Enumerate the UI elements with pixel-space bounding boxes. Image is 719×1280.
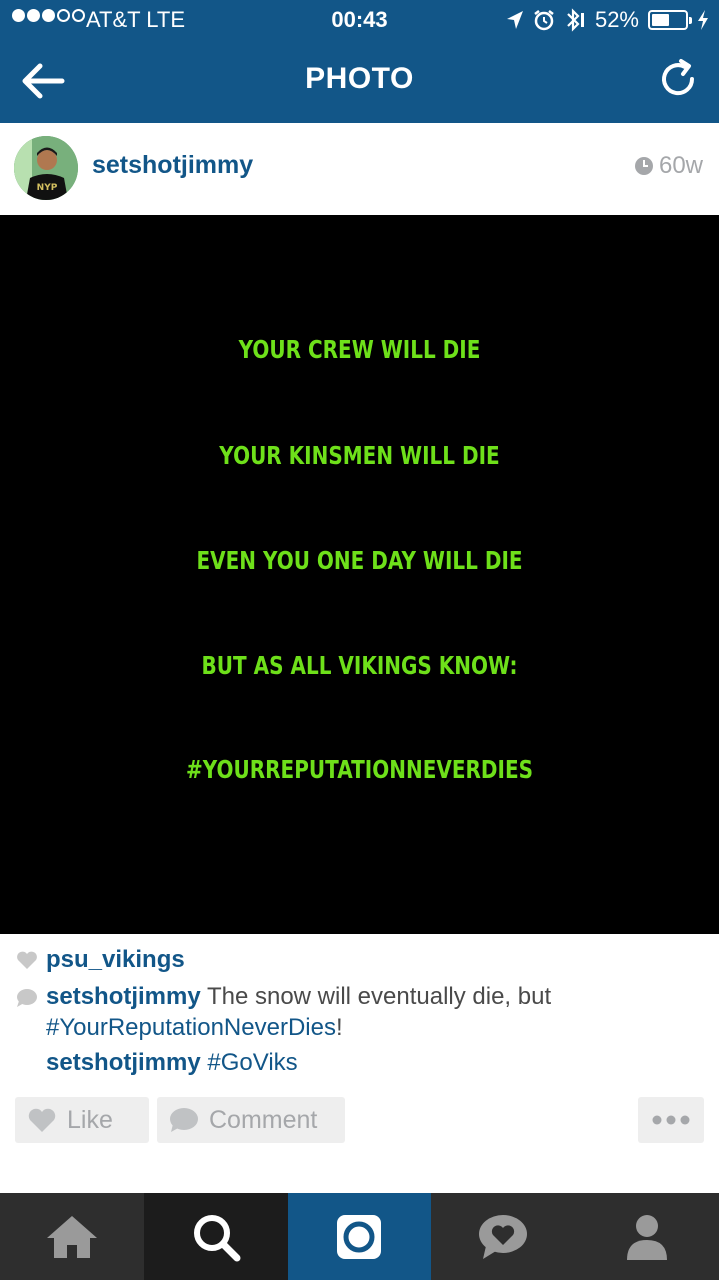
status-right: 52% bbox=[506, 7, 709, 33]
more-options-button[interactable] bbox=[638, 1097, 704, 1143]
caption-hashtag[interactable]: #YourReputationNeverDies bbox=[46, 1014, 336, 1041]
profile-icon bbox=[627, 1214, 668, 1260]
post-username[interactable]: setshotjimmy bbox=[92, 151, 253, 180]
more-dots-icon bbox=[652, 1115, 690, 1125]
like-label: Like bbox=[67, 1105, 113, 1134]
tab-search[interactable] bbox=[143, 1193, 288, 1280]
caption-text: The snow will eventually die, but bbox=[200, 983, 552, 1010]
home-icon bbox=[46, 1215, 97, 1258]
location-arrow-icon bbox=[506, 11, 523, 29]
comment-hashtag[interactable]: #GoViks bbox=[201, 1049, 297, 1076]
tab-bar bbox=[0, 1193, 719, 1280]
caption-username[interactable]: setshotjimmy bbox=[46, 983, 201, 1010]
alarm-icon bbox=[534, 10, 554, 31]
status-bar: AT&T LTE 00:43 52% bbox=[0, 0, 719, 40]
charging-bolt-icon bbox=[698, 10, 708, 30]
like-button[interactable]: Like bbox=[15, 1097, 149, 1143]
post-header: NYP setshotjimmy 60w bbox=[0, 123, 719, 215]
photo-text-line-5: #YOURREPUTATIONNEVERDIES bbox=[185, 754, 534, 784]
photo-text-line-2: YOUR KINSMEN WILL DIE bbox=[219, 440, 500, 470]
comment-small-icon bbox=[17, 989, 37, 1007]
post-actions: Like Comment bbox=[0, 1097, 719, 1145]
activity-icon bbox=[479, 1214, 528, 1259]
clock-icon bbox=[634, 157, 653, 175]
post-age-label: 60w bbox=[658, 152, 703, 179]
post-photo[interactable]: YOUR CREW WILL DIE YOUR KINSMEN WILL DIE… bbox=[0, 215, 719, 934]
page-title: PHOTO bbox=[305, 62, 414, 95]
photo-text-line-4: BUT AS ALL VIKINGS KNOW: bbox=[201, 650, 518, 680]
tab-activity[interactable] bbox=[431, 1193, 575, 1280]
heart-icon bbox=[28, 1108, 56, 1132]
comment-button[interactable]: Comment bbox=[157, 1097, 345, 1143]
comment-username[interactable]: setshotjimmy bbox=[46, 1049, 201, 1076]
likes-row: psu_vikings bbox=[46, 944, 185, 975]
photo-text-line-3: EVEN YOU ONE DAY WILL DIE bbox=[196, 545, 523, 575]
photo-text-line-1: YOUR CREW WILL DIE bbox=[238, 334, 481, 364]
bluetooth-icon bbox=[567, 8, 584, 32]
comment-row: setshotjimmy #GoViks bbox=[46, 1047, 298, 1078]
search-icon bbox=[193, 1214, 241, 1261]
caption-end: ! bbox=[335, 1014, 343, 1041]
camera-icon bbox=[337, 1214, 382, 1259]
tab-profile[interactable] bbox=[575, 1193, 719, 1280]
top-header: AT&T LTE 00:43 52% PHOTO bbox=[0, 0, 719, 123]
battery-icon bbox=[648, 10, 692, 30]
tab-camera[interactable] bbox=[287, 1193, 432, 1280]
svg-text:NYP: NYP bbox=[37, 183, 58, 193]
battery-fill bbox=[652, 14, 669, 26]
liker-username[interactable]: psu_vikings bbox=[46, 946, 185, 973]
comment-icon bbox=[170, 1108, 198, 1132]
refresh-icon[interactable] bbox=[655, 56, 701, 102]
tab-home[interactable] bbox=[0, 1193, 144, 1280]
heart-small-icon bbox=[17, 951, 37, 969]
post-age: 60w bbox=[634, 152, 703, 180]
comment-label: Comment bbox=[209, 1105, 318, 1134]
caption-row: setshotjimmy The snow will eventually di… bbox=[46, 981, 686, 1043]
battery-percent: 52% bbox=[594, 7, 639, 32]
nav-bar: PHOTO bbox=[0, 40, 719, 123]
avatar[interactable]: NYP bbox=[14, 136, 78, 200]
